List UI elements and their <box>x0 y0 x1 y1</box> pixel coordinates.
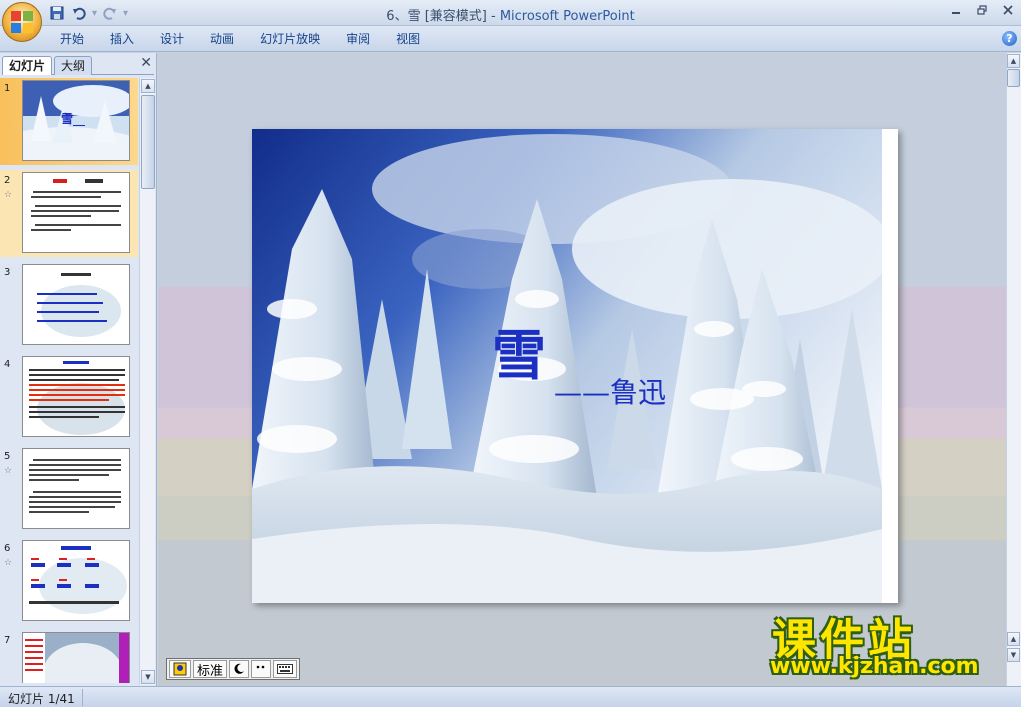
soft-keyboard-icon[interactable] <box>273 660 298 678</box>
slide-number: 4 <box>4 359 11 370</box>
slide-indicator: 幻灯片 1/41 <box>8 692 75 706</box>
slide-preview <box>22 540 130 621</box>
tab-view[interactable]: 视图 <box>384 30 432 48</box>
tab-slide-show[interactable]: 幻灯片放映 <box>248 30 332 48</box>
slide-thumbnail-3[interactable]: 3 <box>0 262 138 349</box>
save-icon[interactable] <box>48 4 66 22</box>
close-icon[interactable] <box>995 0 1021 20</box>
window-title: 6、雪 [兼容模式] - Microsoft PowerPoint <box>0 5 1021 24</box>
slide-number: 7 <box>4 635 11 646</box>
tab-slides[interactable]: 幻灯片 <box>2 56 53 75</box>
ime-toolbar: 标准 <box>166 658 301 680</box>
slide-thumbnail-list: 1 雪 2 ☆ 3 4 5 ☆ 6 ☆ 7 <box>0 78 138 683</box>
pane-scrollbar[interactable]: ▲ ▼ <box>139 78 155 685</box>
restore-icon[interactable] <box>969 0 995 20</box>
slide-thumbnail-7[interactable]: 7 <box>0 630 138 683</box>
title-bar: ▾ ▾ 6、雪 [兼容模式] - Microsoft PowerPoint <box>0 0 1021 26</box>
minimize-icon[interactable] <box>943 0 969 20</box>
application-name: Microsoft PowerPoint <box>499 9 635 24</box>
slide-preview <box>22 632 130 683</box>
slide-subtitle[interactable]: ——鲁迅 <box>554 371 666 411</box>
slides-pane: 幻灯片 大纲 ✕ 1 雪 2 ☆ 3 4 5 ☆ 6 ☆ 7 ▲ ▼ <box>0 53 157 686</box>
slide-preview <box>22 448 130 529</box>
slide-number: 5 <box>4 451 11 462</box>
slide-thumbnail-5[interactable]: 5 ☆ <box>0 446 138 533</box>
tab-animations[interactable]: 动画 <box>198 30 246 48</box>
slide-preview: 雪 <box>22 80 130 161</box>
undo-icon[interactable] <box>70 4 88 22</box>
slide-preview <box>22 356 130 437</box>
slide-number: 1 <box>4 83 11 94</box>
status-divider <box>82 689 83 706</box>
punctuation-icon[interactable] <box>251 660 272 678</box>
slide-thumbnail-2[interactable]: 2 ☆ <box>0 170 138 257</box>
tab-insert[interactable]: 插入 <box>98 30 146 48</box>
status-bar: 幻灯片 1/41 <box>0 686 1021 707</box>
slide-title[interactable]: 雪 <box>492 311 546 390</box>
tab-home[interactable]: 开始 <box>48 30 96 48</box>
tab-review[interactable]: 审阅 <box>334 30 382 48</box>
slide-preview <box>22 264 130 345</box>
previous-slide-icon[interactable]: ▲ <box>1007 632 1020 646</box>
editor-scrollbar[interactable]: ▲ ▲ ▼ <box>1006 53 1021 686</box>
animation-icon: ☆ <box>4 558 13 568</box>
half-width-moon-icon[interactable] <box>229 660 250 678</box>
slide-preview <box>22 172 130 253</box>
scroll-thumb[interactable] <box>141 95 155 189</box>
snow-forest-background-image <box>252 129 882 603</box>
svg-text:雪: 雪 <box>61 112 73 126</box>
slide-thumbnail-6[interactable]: 6 ☆ <box>0 538 138 625</box>
slide-number: 3 <box>4 267 11 278</box>
slide-thumbnail-4[interactable]: 4 <box>0 354 138 441</box>
office-button[interactable] <box>2 2 42 42</box>
ribbon-tabs: 开始 插入 设计 动画 幻灯片放映 审阅 视图 <box>48 30 434 48</box>
ime-mode-label[interactable]: 标准 <box>193 660 228 679</box>
redo-icon[interactable] <box>101 4 119 22</box>
pane-tabs: 幻灯片 大纲 <box>2 55 154 75</box>
title-separator: - <box>486 9 500 24</box>
undo-dropdown-icon[interactable]: ▾ <box>92 8 97 19</box>
slide-editing-area: 雪 ——鲁迅 <box>158 53 1006 686</box>
next-slide-icon[interactable]: ▼ <box>1007 648 1020 662</box>
document-title: 6、雪 [兼容模式] <box>386 9 487 24</box>
pane-close-icon[interactable]: ✕ <box>140 55 152 71</box>
quick-access-toolbar: ▾ ▾ <box>48 3 128 23</box>
customize-dropdown-icon[interactable]: ▾ <box>123 8 128 19</box>
scroll-up-icon[interactable]: ▲ <box>141 79 155 93</box>
slide-thumbnail-1[interactable]: 1 雪 <box>0 78 138 165</box>
window-controls <box>943 0 1021 20</box>
scroll-thumb[interactable] <box>1007 69 1020 87</box>
tab-outline[interactable]: 大纲 <box>54 56 93 75</box>
current-slide[interactable]: 雪 ——鲁迅 <box>252 129 898 603</box>
ime-logo-icon[interactable] <box>169 660 191 678</box>
office-logo-icon <box>11 11 33 33</box>
animation-icon: ☆ <box>4 190 13 200</box>
slide-number: 2 <box>4 175 11 186</box>
ribbon: 开始 插入 设计 动画 幻灯片放映 审阅 视图 ? <box>0 26 1021 52</box>
scroll-up-icon[interactable]: ▲ <box>1007 54 1020 68</box>
slide-number: 6 <box>4 543 11 554</box>
help-icon[interactable]: ? <box>1002 31 1017 46</box>
animation-icon: ☆ <box>4 466 13 476</box>
scroll-down-icon[interactable]: ▼ <box>141 670 155 684</box>
tab-design[interactable]: 设计 <box>148 30 196 48</box>
